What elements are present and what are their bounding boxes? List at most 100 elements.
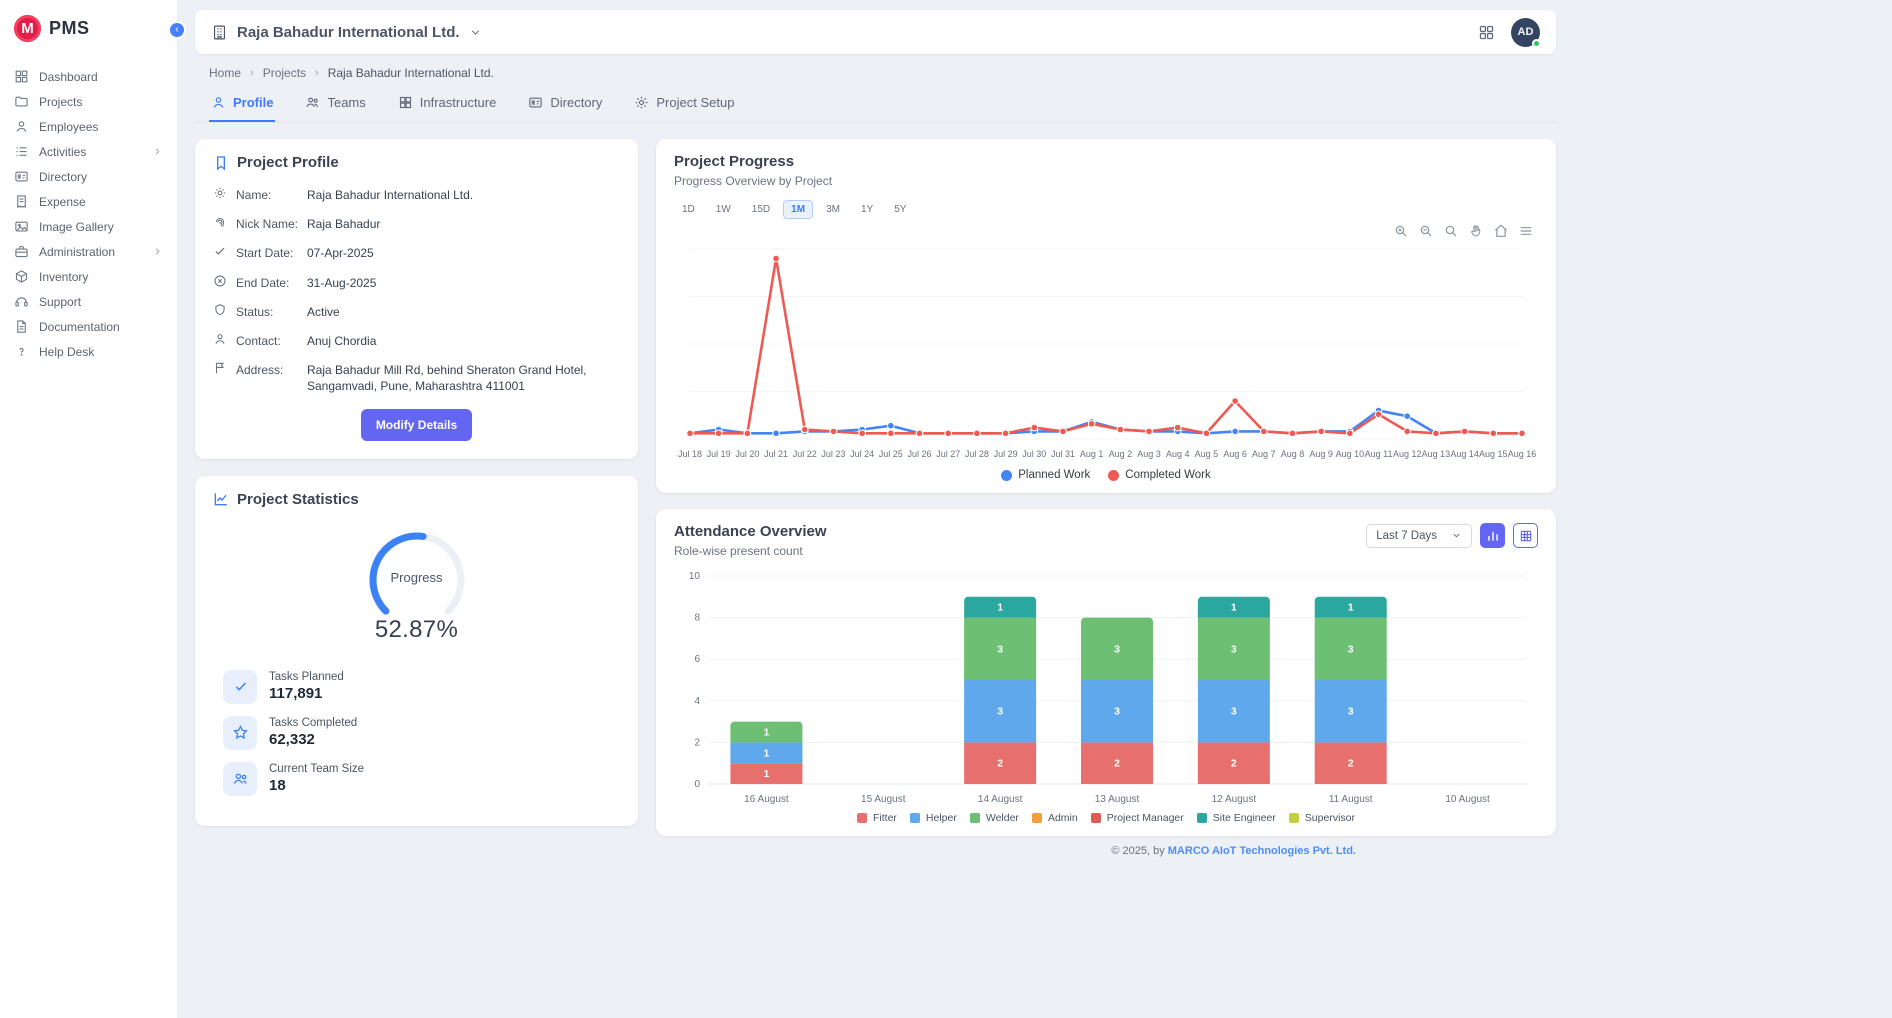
tab-infrastructure[interactable]: Infrastructure: [396, 86, 499, 122]
sidebar-item-dashboard[interactable]: Dashboard: [0, 64, 177, 89]
id-card-icon: [14, 169, 29, 184]
selection-zoom-icon[interactable]: [1443, 223, 1459, 239]
sidebar-item-inventory[interactable]: Inventory: [0, 264, 177, 289]
sidebar-item-label: Employees: [39, 120, 98, 134]
attendance-card-title: Attendance Overview: [674, 523, 827, 540]
sidebar-item-image-gallery[interactable]: Image Gallery: [0, 214, 177, 239]
breadcrumb-separator: ›: [250, 67, 254, 79]
app-logo[interactable]: M PMS: [0, 0, 177, 60]
legend-swatch: [910, 813, 920, 823]
tab-project-setup[interactable]: Project Setup: [632, 86, 736, 122]
svg-text:Jul 18: Jul 18: [678, 449, 702, 459]
tab-label: Directory: [550, 95, 602, 110]
svg-text:6: 6: [694, 654, 700, 665]
svg-text:3: 3: [1231, 643, 1237, 655]
footer-copyright-text: © 2025, by: [1111, 845, 1167, 857]
sidebar-item-support[interactable]: Support: [0, 289, 177, 314]
table-icon: [1519, 529, 1533, 543]
tab-profile[interactable]: Profile: [209, 86, 275, 122]
tab-directory[interactable]: Directory: [526, 86, 604, 122]
sidebar-item-administration[interactable]: Administration: [0, 239, 177, 264]
sidebar-item-label: Activities: [39, 145, 86, 159]
bar-view-toggle-button[interactable]: [1480, 523, 1505, 548]
range-button-3m[interactable]: 3M: [818, 200, 848, 219]
tab-teams[interactable]: Teams: [303, 86, 367, 122]
menu-icon[interactable]: [1518, 223, 1534, 239]
legend-item-completed-work[interactable]: Completed Work: [1108, 469, 1210, 481]
apps-grid-icon[interactable]: [1478, 24, 1495, 41]
svg-text:Aug 3: Aug 3: [1137, 449, 1161, 459]
legend-item-welder[interactable]: Welder: [970, 812, 1019, 824]
svg-text:1: 1: [1348, 602, 1354, 614]
svg-text:Aug 16: Aug 16: [1508, 449, 1537, 459]
pan-hand-icon[interactable]: [1468, 223, 1484, 239]
range-button-5y[interactable]: 5Y: [886, 200, 914, 219]
tab-label: Infrastructure: [420, 95, 497, 110]
headset-icon: [14, 294, 29, 309]
stat-current-team-size: Current Team Size 18: [223, 762, 620, 796]
svg-text:Aug 12: Aug 12: [1393, 449, 1422, 459]
legend-item-supervisor[interactable]: Supervisor: [1289, 812, 1355, 824]
range-button-1d[interactable]: 1D: [674, 200, 703, 219]
tab-bar: Profile Teams Infrastructure Directory P…: [195, 86, 1556, 123]
svg-text:Jul 27: Jul 27: [936, 449, 960, 459]
sidebar-item-activities[interactable]: Activities: [0, 139, 177, 164]
person-icon: [14, 119, 29, 134]
sidebar-item-expense[interactable]: Expense: [0, 189, 177, 214]
field-value: Raja Bahadur Mill Rd, behind Sheraton Gr…: [307, 362, 620, 394]
sidebar-item-directory[interactable]: Directory: [0, 164, 177, 189]
sidebar-collapse-button[interactable]: ‹: [168, 21, 186, 39]
field-label: Start Date:: [236, 245, 298, 261]
range-button-1w[interactable]: 1W: [708, 200, 739, 219]
range-button-1y[interactable]: 1Y: [853, 200, 881, 219]
legend-item-fitter[interactable]: Fitter: [857, 812, 897, 824]
svg-text:Jul 29: Jul 29: [994, 449, 1018, 459]
svg-text:Aug 5: Aug 5: [1195, 449, 1219, 459]
svg-text:Jul 21: Jul 21: [764, 449, 788, 459]
range-button-1m[interactable]: 1M: [783, 200, 813, 219]
legend-item-helper[interactable]: Helper: [910, 812, 957, 824]
online-status-dot: [1532, 39, 1541, 48]
attendance-range-select[interactable]: Last 7 Days: [1366, 524, 1472, 548]
box-icon: [14, 269, 29, 284]
breadcrumb-projects[interactable]: Projects: [263, 66, 306, 80]
building-icon: [211, 24, 228, 41]
modify-details-button[interactable]: Modify Details: [361, 409, 472, 441]
sidebar-item-employees[interactable]: Employees: [0, 114, 177, 139]
svg-text:1: 1: [1231, 602, 1237, 614]
home-reset-icon[interactable]: [1493, 223, 1509, 239]
svg-text:Aug 10: Aug 10: [1336, 449, 1365, 459]
user-avatar[interactable]: AD: [1511, 18, 1540, 47]
profile-field-status: Status: Active: [213, 304, 620, 320]
svg-text:2: 2: [1348, 758, 1354, 770]
briefcase-icon: [14, 244, 29, 259]
field-value: 07-Apr-2025: [307, 245, 374, 261]
chart-line-icon: [213, 491, 229, 507]
star-icon: [232, 724, 249, 741]
company-selector[interactable]: Raja Bahadur International Ltd.: [211, 24, 482, 41]
legend-item-project-manager[interactable]: Project Manager: [1091, 812, 1184, 824]
fingerprint-icon: [213, 215, 227, 229]
zoom-in-icon[interactable]: [1393, 223, 1409, 239]
legend-swatch: [970, 813, 980, 823]
breadcrumb-home[interactable]: Home: [209, 66, 241, 80]
id-card-icon: [528, 95, 543, 110]
receipt-icon: [14, 194, 29, 209]
legend-item-site-engineer[interactable]: Site Engineer: [1197, 812, 1276, 824]
grid-icon: [398, 95, 413, 110]
sidebar-item-help-desk[interactable]: Help Desk: [0, 339, 177, 364]
svg-text:Jul 23: Jul 23: [821, 449, 845, 459]
sidebar-item-projects[interactable]: Projects: [0, 89, 177, 114]
check-square-icon: [232, 678, 249, 695]
table-view-toggle-button[interactable]: [1513, 523, 1538, 548]
sidebar-item-documentation[interactable]: Documentation: [0, 314, 177, 339]
field-value: Anuj Chordia: [307, 333, 376, 349]
zoom-out-icon[interactable]: [1418, 223, 1434, 239]
legend-item-planned-work[interactable]: Planned Work: [1001, 469, 1090, 481]
tab-label: Profile: [233, 95, 273, 110]
footer-company-link[interactable]: MARCO AIoT Technologies Pvt. Ltd.: [1168, 845, 1356, 857]
sidebar-item-label: Dashboard: [39, 70, 98, 84]
range-button-15d[interactable]: 15D: [744, 200, 778, 219]
svg-text:10: 10: [689, 571, 701, 582]
legend-item-admin[interactable]: Admin: [1032, 812, 1078, 824]
